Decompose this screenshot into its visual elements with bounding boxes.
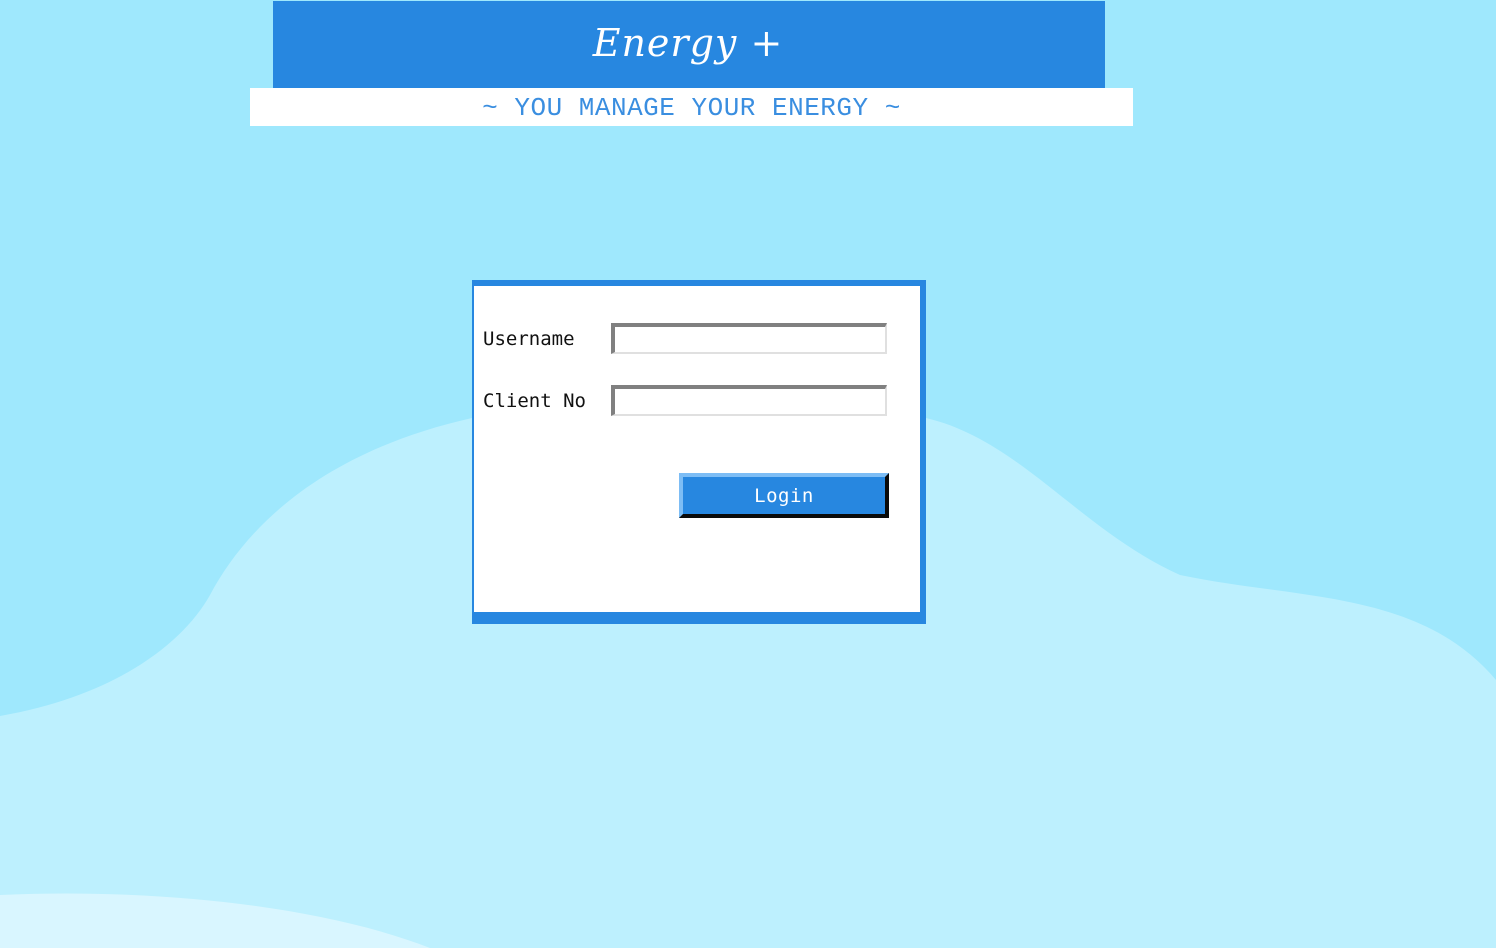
client-no-label: Client No [483, 390, 586, 412]
username-input[interactable] [611, 323, 887, 354]
tagline-text: ~ YOU MANAGE YOUR ENERGY ~ [482, 92, 901, 123]
tagline-banner: ~ YOU MANAGE YOUR ENERGY ~ [250, 88, 1133, 126]
client-no-input[interactable] [611, 385, 887, 416]
login-panel: Username Client No Login [472, 280, 926, 624]
brand-header: Energy + [273, 1, 1105, 88]
login-button[interactable]: Login [679, 473, 889, 518]
username-label: Username [483, 328, 575, 350]
brand-title: Energy + [592, 21, 784, 65]
